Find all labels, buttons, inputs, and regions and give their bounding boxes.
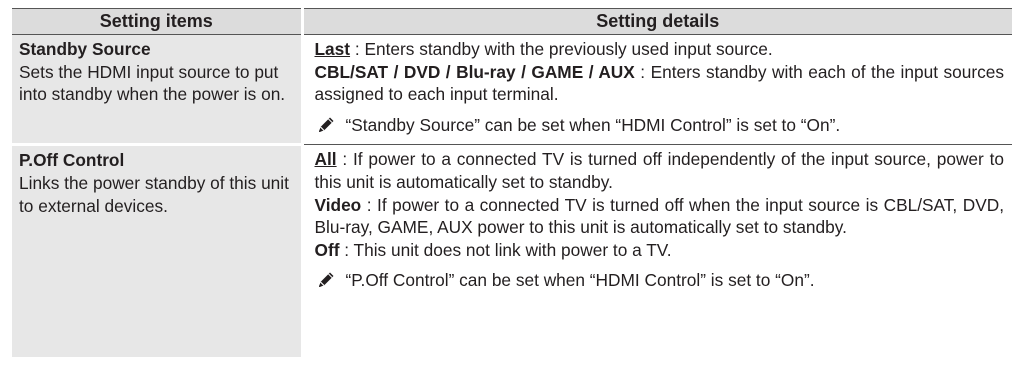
- header-setting-items: Setting items: [12, 8, 304, 35]
- settings-table: Setting items Setting details Standby So…: [12, 8, 1012, 358]
- item-title: P.Off Control: [19, 150, 125, 171]
- option-text: : If power to a connected TV is turned o…: [314, 194, 1005, 238]
- table-row: P.Off Control Links the power standby of…: [12, 144, 1012, 358]
- pencil-icon: [315, 114, 337, 136]
- option-text: : If power to a connected TV is turned o…: [314, 149, 1005, 192]
- option-line: CBL/SAT / DVD / Blu-ray / GAME / AUX : E…: [315, 61, 1005, 106]
- table-row: Standby Source Sets the HDMI input sourc…: [12, 34, 1012, 147]
- details-cell: All : If power to a connected TV is turn…: [302, 145, 1012, 358]
- option-name: Last: [314, 39, 351, 59]
- option-text: : This unit does not link with power to …: [339, 239, 672, 260]
- option-name: All: [314, 149, 337, 170]
- option-line: Last : Enters standby with the previousl…: [315, 38, 1005, 61]
- item-cell: P.Off Control Links the power standby of…: [12, 144, 304, 358]
- option-line: Off : This unit does not link with power…: [315, 239, 1005, 262]
- details-cell: Last : Enters standby with the previousl…: [302, 34, 1012, 146]
- table-header-row: Setting items Setting details: [12, 8, 1012, 35]
- option-name: Off: [314, 239, 340, 260]
- option-line: Video : If power to a connected TV is tu…: [315, 194, 1005, 239]
- note: “Standby Source” can be set when “HDMI C…: [315, 114, 1005, 145]
- item-description: Sets the HDMI input source to put into s…: [19, 61, 286, 105]
- option-line: All : If power to a connected TV is turn…: [315, 148, 1005, 193]
- item-cell: Standby Source Sets the HDMI input sourc…: [12, 34, 304, 147]
- header-setting-details: Setting details: [302, 8, 1012, 35]
- note-text: “P.Off Control” can be set when “HDMI Co…: [345, 270, 815, 291]
- option-name: Video: [314, 194, 362, 215]
- option-name: CBL/SAT / DVD / Blu-ray / GAME / AUX: [314, 61, 635, 82]
- option-text: : Enters standby with the previously use…: [350, 39, 773, 59]
- note: “P.Off Control” can be set when “HDMI Co…: [315, 269, 1005, 300]
- item-title: Standby Source: [19, 39, 151, 59]
- pencil-icon: [315, 269, 337, 291]
- note-text: “Standby Source” can be set when “HDMI C…: [345, 114, 841, 135]
- item-description: Links the power standby of this unit to …: [19, 172, 289, 216]
